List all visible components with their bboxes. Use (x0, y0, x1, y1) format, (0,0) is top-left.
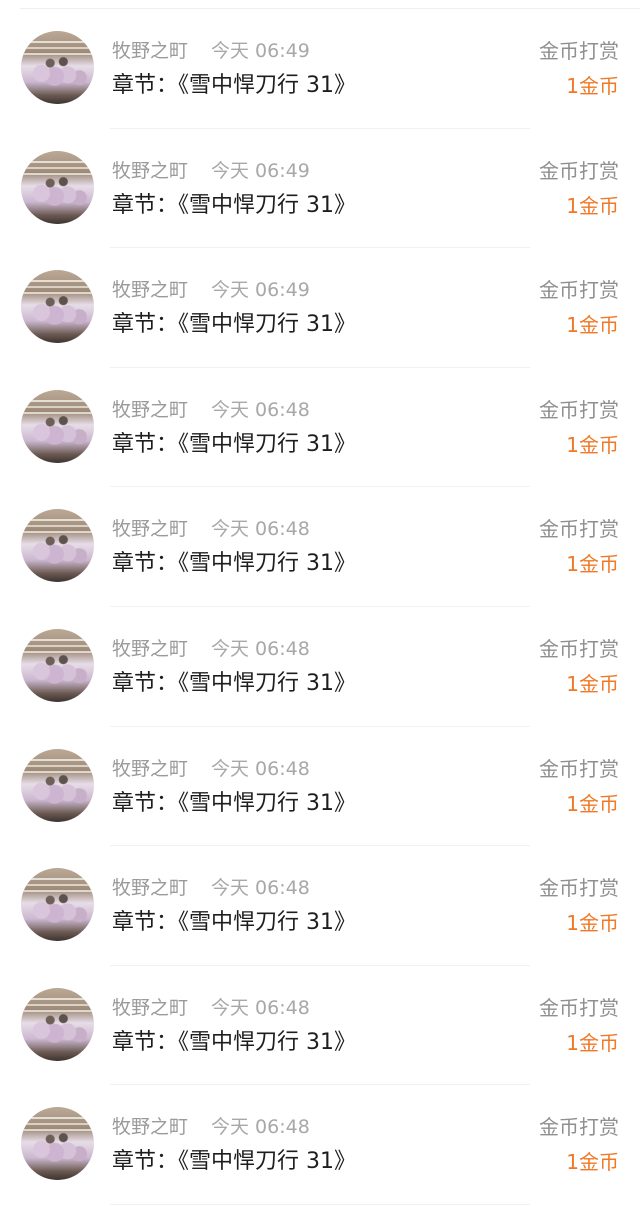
reward-record-row[interactable]: 牧野之町 今天 06:48 章节：《雪中悍刀行 31》 金币打赏 1金币 (0, 487, 640, 607)
reward-amount: 1金币 (566, 432, 619, 457)
reward-amount: 1金币 (566, 552, 619, 577)
chapter-title[interactable]: 章节：《雪中悍刀行 31》 (112, 1028, 356, 1058)
user-avatar[interactable] (21, 150, 94, 224)
reward-type: 金币打赏 (539, 278, 619, 303)
reward-type: 金币打赏 (539, 517, 619, 542)
user-avatar[interactable] (21, 987, 94, 1061)
reward-type: 金币打赏 (539, 397, 619, 422)
reward-record-row[interactable]: 牧野之町 今天 06:49 章节：《雪中悍刀行 31》 金币打赏 1金币 (0, 129, 640, 249)
username[interactable]: 牧野之町 (112, 39, 188, 63)
user-avatar[interactable] (21, 1107, 94, 1181)
chapter-title[interactable]: 章节：《雪中悍刀行 31》 (112, 191, 356, 221)
reward-amount: 1金币 (566, 1150, 619, 1175)
chapter-title[interactable]: 章节：《雪中悍刀行 31》 (112, 669, 356, 699)
reward-type: 金币打赏 (539, 636, 619, 661)
reward-amount: 1金币 (566, 1030, 619, 1055)
chapter-title[interactable]: 章节：《雪中悍刀行 31》 (112, 1147, 356, 1177)
chapter-title[interactable]: 章节：《雪中悍刀行 31》 (112, 71, 356, 101)
username[interactable]: 牧野之町 (112, 996, 188, 1020)
user-avatar[interactable] (21, 868, 94, 942)
username[interactable]: 牧野之町 (112, 876, 188, 900)
reward-record-row[interactable]: 牧野之町 今天 06:48 章节：《雪中悍刀行 31》 金币打赏 1金币 (0, 966, 640, 1086)
reward-type: 金币打赏 (539, 876, 619, 901)
reward-time: 今天 06:49 (211, 40, 310, 62)
chapter-title[interactable]: 章节：《雪中悍刀行 31》 (112, 549, 356, 579)
reward-time: 今天 06:49 (211, 159, 310, 182)
reward-time: 今天 06:48 (211, 1116, 310, 1139)
reward-record-row[interactable]: 牧野之町 今天 06:48 章节：《雪中悍刀行 31》 金币打赏 1金币 (0, 368, 640, 488)
reward-amount: 1金币 (566, 193, 619, 218)
reward-record-row[interactable]: 牧野之町 今天 06:49 章节：《雪中悍刀行 31》 金币打赏 1金币 (0, 9, 640, 129)
user-avatar[interactable] (21, 389, 94, 463)
reward-time: 今天 06:48 (211, 398, 310, 421)
reward-time: 今天 06:49 (211, 279, 310, 302)
reward-time: 今天 06:48 (211, 996, 310, 1019)
reward-amount: 1金币 (566, 671, 619, 696)
user-avatar[interactable] (21, 628, 94, 702)
reward-record-row[interactable]: 牧野之町 今天 06:48 章节：《雪中悍刀行 31》 金币打赏 1金币 (0, 607, 640, 727)
reward-time: 今天 06:48 (211, 637, 310, 660)
reward-time: 今天 06:48 (211, 518, 310, 541)
user-avatar[interactable] (21, 509, 94, 583)
reward-type: 金币打赏 (539, 995, 619, 1020)
reward-record-row[interactable]: 牧野之町 今天 06:48 章节：《雪中悍刀行 31》 金币打赏 1金币 (0, 846, 640, 966)
username[interactable]: 牧野之町 (112, 637, 188, 661)
reward-amount: 1金币 (566, 313, 619, 338)
username[interactable]: 牧野之町 (112, 517, 188, 541)
chapter-title[interactable]: 章节：《雪中悍刀行 31》 (112, 908, 356, 938)
reward-type: 金币打赏 (539, 39, 619, 63)
reward-record-row[interactable]: 牧野之町 今天 06:48 章节：《雪中悍刀行 31》 金币打赏 1金币 (0, 727, 640, 847)
reward-record-row[interactable]: 牧野之町 今天 06:49 章节：《雪中悍刀行 31》 金币打赏 1金币 (0, 248, 640, 368)
username[interactable]: 牧野之町 (112, 278, 188, 302)
reward-type: 金币打赏 (539, 158, 619, 183)
chapter-title[interactable]: 章节：《雪中悍刀行 31》 (112, 310, 356, 340)
username[interactable]: 牧野之町 (112, 757, 188, 781)
user-avatar[interactable] (21, 748, 94, 822)
chapter-title[interactable]: 章节：《雪中悍刀行 31》 (112, 430, 356, 460)
reward-time: 今天 06:48 (211, 877, 310, 900)
reward-record-list: 牧野之町 今天 06:49 章节：《雪中悍刀行 31》 金币打赏 1金币 牧野之… (0, 9, 640, 1205)
reward-time: 今天 06:48 (211, 757, 310, 780)
user-avatar[interactable] (21, 270, 94, 344)
reward-type: 金币打赏 (539, 1115, 619, 1140)
username[interactable]: 牧野之町 (112, 159, 188, 183)
chapter-title[interactable]: 章节：《雪中悍刀行 31》 (112, 789, 356, 819)
reward-type: 金币打赏 (539, 756, 619, 781)
reward-record-row[interactable]: 牧野之町 今天 06:48 章节：《雪中悍刀行 31》 金币打赏 1金币 (0, 1085, 640, 1205)
user-avatar[interactable] (21, 31, 94, 104)
reward-amount: 1金币 (566, 911, 619, 936)
reward-amount: 1金币 (566, 791, 619, 816)
username[interactable]: 牧野之町 (112, 398, 188, 422)
username[interactable]: 牧野之町 (112, 1115, 188, 1139)
reward-amount: 1金币 (566, 74, 619, 98)
